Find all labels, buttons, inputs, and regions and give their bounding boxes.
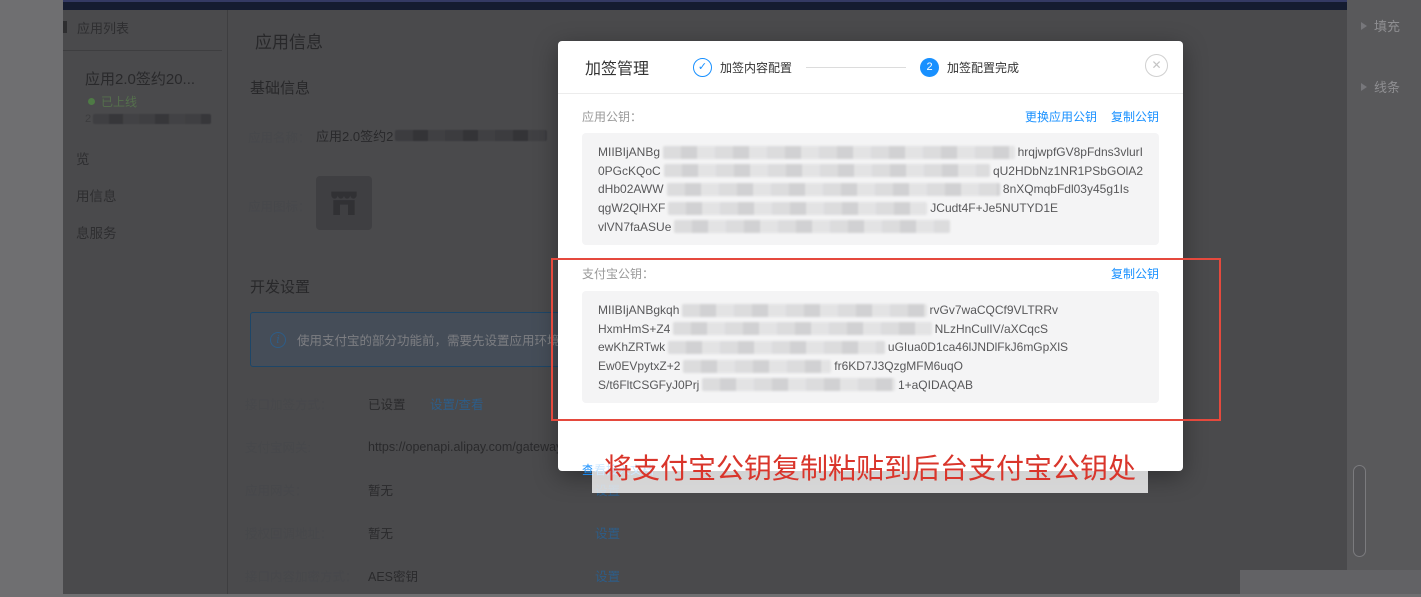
key-text-line: qgW2QlHXF JCudt4F+Je5NUTYD1E <box>598 199 1143 218</box>
collapse-arrow-icon <box>1361 82 1367 91</box>
redacted-key-segment <box>663 164 990 178</box>
app-public-key-box: MIIBIjANBg hrqjwpfGV8pFdns3vlurI 0PGcKQoC q… <box>582 133 1159 245</box>
panel-item-线条[interactable]: 线条 <box>1361 77 1421 96</box>
step2-number-icon: 2 <box>920 57 940 77</box>
settings-row-label: 授权回调地址： <box>245 527 333 541</box>
step2-label: 加签配置完成 <box>947 60 1020 75</box>
settings-row-value: 暂无 <box>368 527 394 541</box>
settings-row: 接口内容加密方式： AES密钥 设置 <box>245 554 805 597</box>
key-fragment: 0PGcKQoC <box>598 163 661 178</box>
step1-label: 加签内容配置 <box>720 60 793 75</box>
status-badge: 已上线 <box>101 95 138 109</box>
app-icon-label: 应用图标： <box>248 200 311 214</box>
top-nav-bar <box>63 0 1347 10</box>
app-key-label: 应用公钥： <box>582 109 643 124</box>
scrollbar-thumb[interactable] <box>1353 465 1366 557</box>
sidebar-app-list-header: 应用列表 <box>77 21 130 36</box>
sidebar-current-app-name[interactable]: 应用2.0签约20... <box>85 68 195 89</box>
status-dot <box>88 98 95 105</box>
sidebar-menu-item[interactable]: 用信息 <box>76 189 117 226</box>
redacted-app-id <box>93 114 212 124</box>
step-connector-line <box>806 66 907 68</box>
info-icon: i <box>270 331 286 348</box>
app-icon <box>316 176 372 230</box>
modal-header: 加签管理 ✓ 加签内容配置 2 加签配置完成 <box>558 41 1183 93</box>
key-text-line: 0PGcKQoC qU2HDbNz1NR1PSbGOlA2 <box>598 162 1143 181</box>
key-text-line: vlVN7faASUe <box>598 217 1143 236</box>
key-fragment: qU2HDbNz1NR1PSbGOlA2 <box>992 163 1143 178</box>
key-fragment: hrqjwpfGV8pFdns3vlurI <box>1017 145 1143 160</box>
collapse-arrow-icon <box>1361 21 1367 30</box>
modal-title: 加签管理 <box>585 61 650 78</box>
settings-row-value: 已设置 <box>368 398 406 412</box>
app-name-value: 应用2.0签约2 <box>316 126 548 145</box>
key-fragment: qgW2QlHXF <box>598 201 666 216</box>
settings-row: 授权回调地址： 暂无 设置 <box>245 511 805 554</box>
close-icon[interactable]: ✕ <box>1145 54 1168 77</box>
app-id: 2 <box>85 113 212 125</box>
annotation-red-rectangle <box>551 258 1221 421</box>
key-fragment: MIIBIjANBg <box>598 145 661 160</box>
section-dev-settings: 开发设置 <box>250 279 311 296</box>
settings-row-set-link[interactable]: 设置/查看 <box>430 394 483 413</box>
key-fragment: JCudt4F+Je5NUTYD1E <box>930 201 1058 216</box>
sidebar-menu-item[interactable]: 览 <box>76 152 117 189</box>
app-id-prefix: 2 <box>85 113 92 125</box>
settings-row-set-link[interactable]: 设置 <box>595 523 620 542</box>
replace-app-key-link[interactable]: 更换应用公钥 <box>1025 108 1097 125</box>
app-name-label: 应用名称： <box>248 131 311 145</box>
section-basic-info: 基础信息 <box>250 80 311 97</box>
settings-row-label: 接口加签方式： <box>245 398 333 412</box>
page-title: 应用信息 <box>255 33 323 52</box>
key-text-line: dHb02AWW 8nXQmqbFdl03y45g1Is <box>598 180 1143 199</box>
divider <box>63 50 222 51</box>
settings-row-label: 接口内容加密方式： <box>245 570 358 584</box>
redacted-app-name <box>395 130 548 141</box>
sidebar-menu-item[interactable]: 息服务 <box>76 226 117 263</box>
settings-row-label: 应用网关： <box>245 484 308 498</box>
redacted-key-segment <box>663 145 1015 159</box>
copy-app-key-link[interactable]: 复制公钥 <box>1111 108 1159 125</box>
step1-check-icon: ✓ <box>693 57 713 77</box>
settings-row-set-link[interactable]: 设置 <box>595 566 620 585</box>
key-text-line: MIIBIjANBg hrqjwpfGV8pFdns3vlurI <box>598 143 1143 162</box>
panel-item-填充[interactable]: 填充 <box>1361 16 1421 35</box>
settings-row-value: 暂无 <box>368 484 394 498</box>
sidebar-menu: 览用信息 息服务 <box>76 152 117 263</box>
panel-item-label: 填充 <box>1374 19 1401 34</box>
app-key-header: 应用公钥： 更换应用公钥 复制公钥 <box>582 107 1159 125</box>
settings-row-label: 支付宝网关: <box>245 441 311 455</box>
divider <box>227 10 228 594</box>
key-fragment: 8nXQmqbFdl03y45g1Is <box>1002 182 1129 197</box>
panel-item-label: 线条 <box>1374 80 1401 95</box>
bottom-right-toolbar-area <box>1240 570 1421 594</box>
redacted-key-segment <box>666 182 1000 196</box>
redacted-key-segment <box>674 220 950 234</box>
annotation-red-text: 将支付宝公钥复制粘贴到后台支付宝公钥处 <box>603 452 1136 485</box>
key-fragment: vlVN7faASUe <box>598 219 672 234</box>
app-list-icon <box>63 21 67 33</box>
redacted-key-segment <box>668 201 928 215</box>
settings-row-value: AES密钥 <box>368 570 419 584</box>
key-fragment: dHb02AWW <box>598 182 664 197</box>
storefront-icon <box>331 191 357 215</box>
